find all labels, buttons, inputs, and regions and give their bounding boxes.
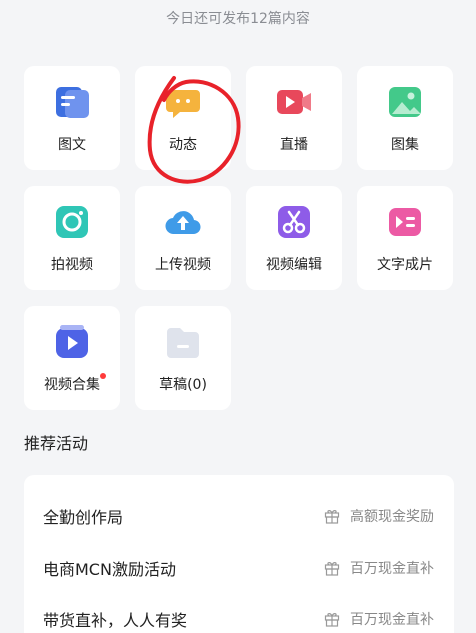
tool-label-text: 视频合集: [44, 377, 100, 393]
tool-drafts[interactable]: 草稿(0): [135, 306, 231, 410]
activity-reward-text: 百万现金直补: [350, 561, 434, 577]
tool-gallery[interactable]: 图集: [357, 66, 453, 170]
camera-icon: [56, 206, 88, 238]
tool-label: 上传视频: [155, 257, 211, 273]
tool-shoot-video[interactable]: 拍视频: [24, 186, 120, 290]
gift-icon: [324, 510, 340, 524]
chat-icon: [166, 90, 200, 118]
tool-label: 文字成片: [377, 257, 433, 273]
tool-label: 视频合集: [44, 373, 106, 394]
tool-label: 图文: [58, 137, 86, 153]
activity-row[interactable]: 带货直补，人人有奖 百万现金直补: [24, 604, 454, 633]
publish-quota-notice: 今日还可发布12篇内容: [166, 11, 310, 27]
activity-title: 全勤创作局: [43, 508, 124, 527]
activity-row[interactable]: 电商MCN激励活动 百万现金直补: [24, 553, 454, 583]
tool-live[interactable]: 直播: [246, 66, 342, 170]
activity-reward-text: 高额现金奖励: [350, 509, 434, 525]
publish-tools-grid: 图文 动态 直播 图集 拍视频 上传视频 视频编辑 文字成片 视频合集 草稿(0…: [24, 66, 454, 410]
activity-reward-text: 百万现金直补: [350, 612, 434, 628]
draft-folder-icon: [167, 328, 199, 358]
tool-label: 草稿(0): [159, 377, 207, 393]
tool-label: 视频编辑: [266, 257, 322, 273]
activities-card: 全勤创作局 高额现金奖励 电商MCN激励活动 百万现金直补 带货直补，人人有奖: [24, 475, 454, 633]
activity-reward: 高额现金奖励: [324, 506, 434, 526]
activity-row[interactable]: 全勤创作局 高额现金奖励: [24, 501, 454, 531]
tool-post[interactable]: 动态: [135, 66, 231, 170]
recommended-activities-title: 推荐活动: [24, 434, 89, 453]
tool-text-to-video[interactable]: 文字成片: [357, 186, 453, 290]
tool-label: 直播: [280, 137, 308, 153]
gift-icon: [324, 562, 340, 576]
gift-icon: [324, 613, 340, 627]
tool-article[interactable]: 图文: [24, 66, 120, 170]
activity-reward: 百万现金直补: [324, 558, 434, 578]
tool-label: 图集: [391, 137, 419, 153]
upload-cloud-icon: [165, 211, 201, 235]
article-icon: [56, 87, 89, 118]
tool-upload-video[interactable]: 上传视频: [135, 186, 231, 290]
tool-video-collection[interactable]: 视频合集: [24, 306, 120, 410]
new-badge-dot: [100, 373, 106, 379]
video-collection-icon: [56, 325, 88, 358]
tool-label: 拍视频: [51, 257, 93, 273]
activity-reward: 百万现金直补: [324, 609, 434, 629]
tool-label: 动态: [169, 137, 197, 153]
activity-title: 带货直补，人人有奖: [43, 611, 188, 630]
tool-video-edit[interactable]: 视频编辑: [246, 186, 342, 290]
text-to-video-icon: [389, 208, 421, 236]
activity-title: 电商MCN激励活动: [43, 560, 176, 579]
scissors-icon: [278, 206, 310, 238]
gallery-icon: [389, 87, 421, 117]
live-icon: [277, 90, 311, 114]
